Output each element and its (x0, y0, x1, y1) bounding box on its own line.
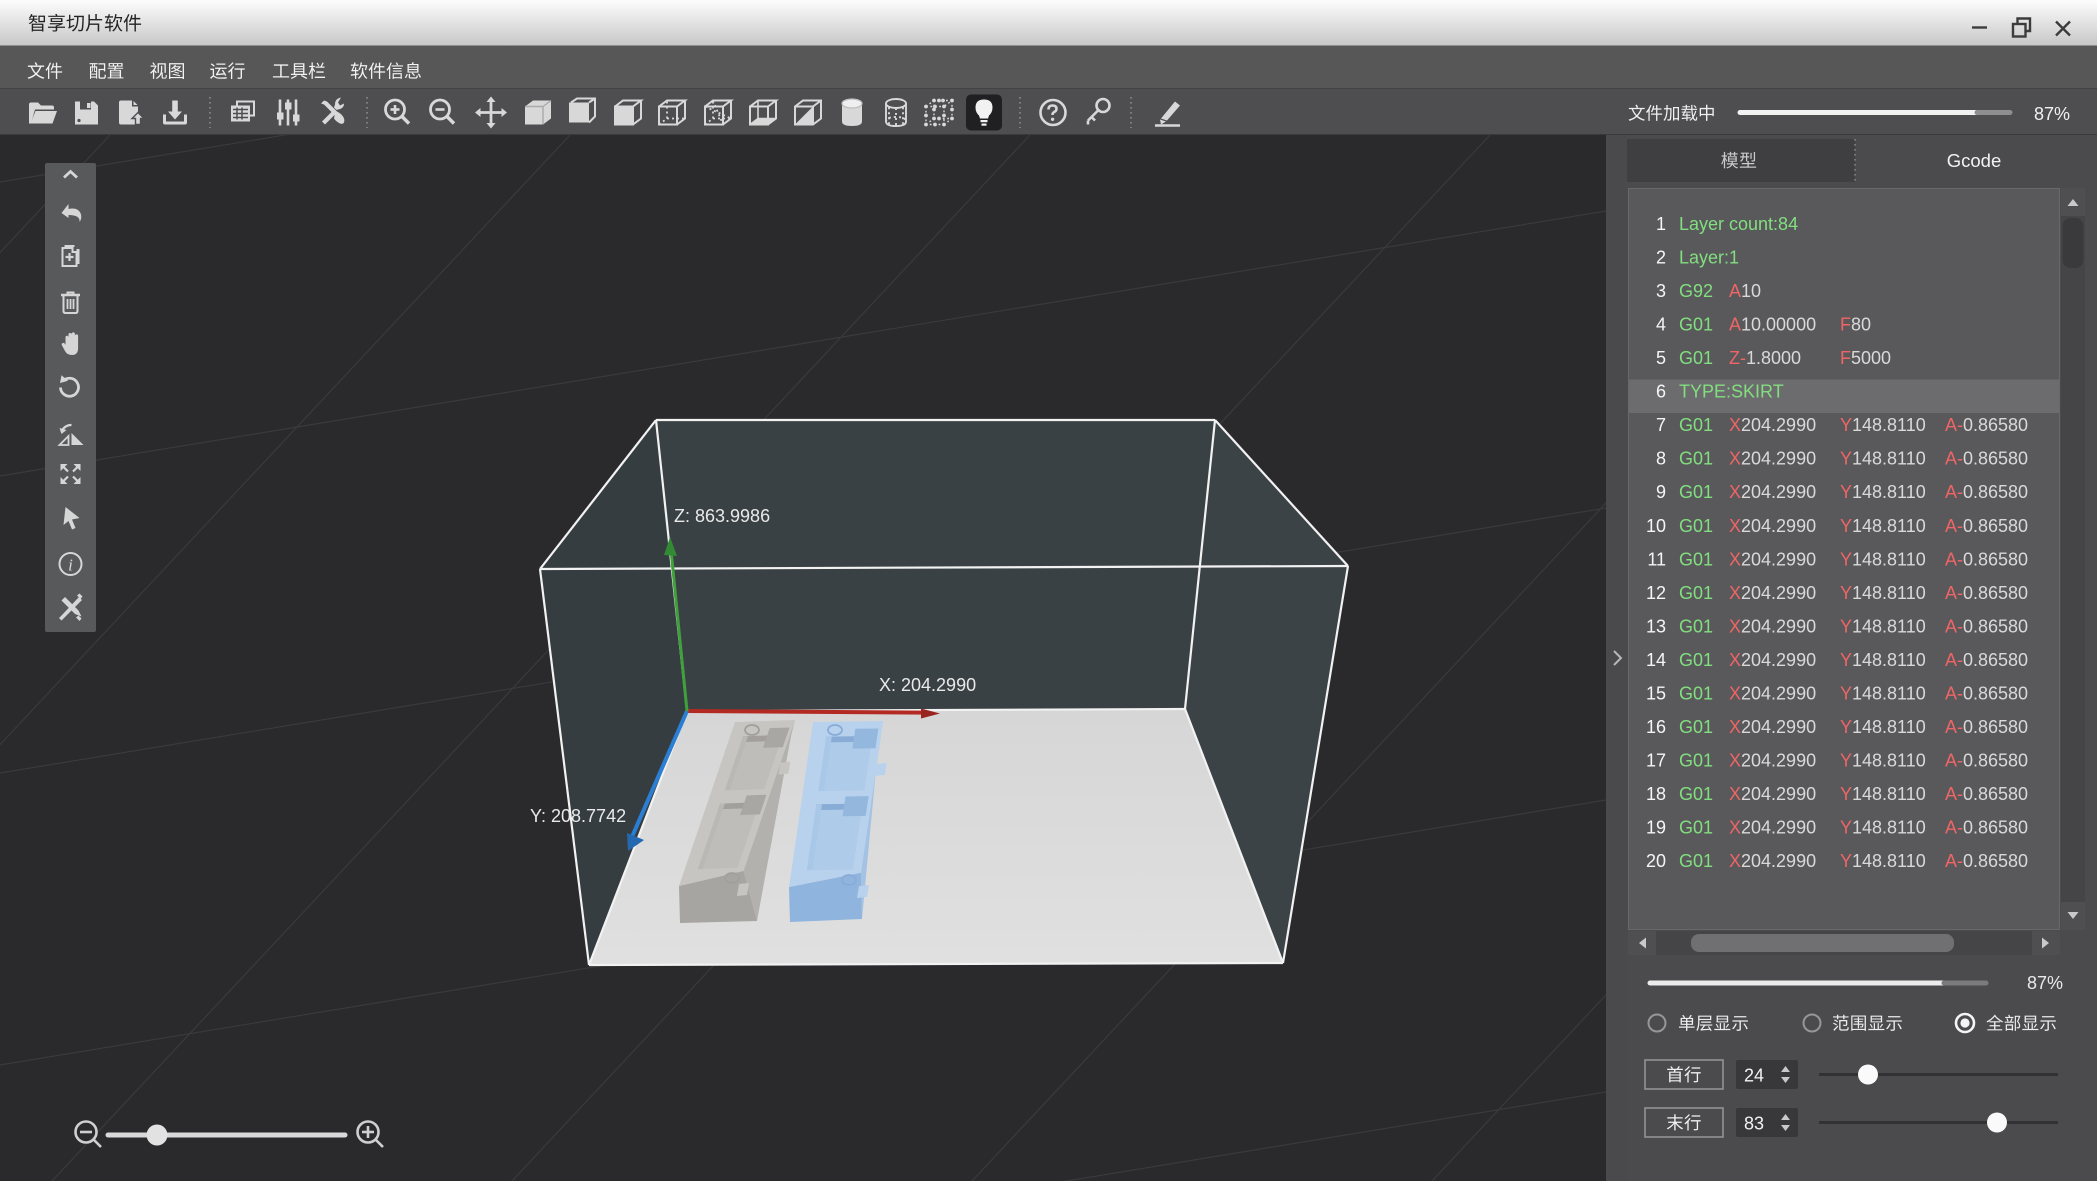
svg-text:A-0.86580: A-0.86580 (1945, 717, 2028, 737)
svg-text:87%: 87% (2027, 973, 2063, 993)
svg-text:G01: G01 (1679, 583, 1713, 603)
svg-text:5: 5 (1656, 348, 1666, 368)
svg-text:8: 8 (1656, 449, 1666, 469)
svg-text:Z: 863.9986: Z: 863.9986 (674, 506, 770, 526)
svg-text:X204.2990: X204.2990 (1729, 449, 1816, 469)
svg-text:X: 204.2990: X: 204.2990 (879, 675, 976, 695)
svg-text:A-0.86580: A-0.86580 (1945, 415, 2028, 435)
svg-text:X204.2990: X204.2990 (1729, 549, 1816, 569)
svg-text:83: 83 (1744, 1114, 1764, 1134)
svg-text:12: 12 (1646, 583, 1666, 603)
svg-text:A-0.86580: A-0.86580 (1945, 482, 2028, 502)
svg-text:i: i (68, 556, 73, 575)
svg-text:A10: A10 (1729, 281, 1761, 301)
svg-text:G01: G01 (1679, 851, 1713, 871)
svg-text:Y148.8110: Y148.8110 (1840, 650, 1926, 670)
svg-text:Y148.8110: Y148.8110 (1840, 449, 1926, 469)
svg-text:Y148.8110: Y148.8110 (1840, 751, 1926, 771)
svg-text:16: 16 (1646, 717, 1666, 737)
svg-text:19: 19 (1646, 818, 1666, 838)
svg-text:9: 9 (1656, 482, 1666, 502)
svg-text:G01: G01 (1679, 516, 1713, 536)
svg-text:Layer:1: Layer:1 (1679, 247, 1739, 267)
svg-text:G01: G01 (1679, 449, 1713, 469)
svg-text:6: 6 (1656, 382, 1666, 402)
svg-text:7: 7 (1656, 415, 1666, 435)
svg-text:X204.2990: X204.2990 (1729, 818, 1816, 838)
svg-text:Y148.8110: Y148.8110 (1840, 684, 1926, 704)
svg-text:X204.2990: X204.2990 (1729, 415, 1816, 435)
svg-text:Y148.8110: Y148.8110 (1840, 717, 1926, 737)
svg-text:X204.2990: X204.2990 (1729, 684, 1816, 704)
svg-text:10: 10 (1646, 516, 1666, 536)
svg-text:X204.2990: X204.2990 (1729, 583, 1816, 603)
svg-text:Y148.8110: Y148.8110 (1840, 784, 1926, 804)
svg-text:TYPE:SKIRT: TYPE:SKIRT (1679, 382, 1784, 402)
svg-text:1: 1 (1656, 214, 1666, 234)
svg-text:A-0.86580: A-0.86580 (1945, 818, 2028, 838)
svg-text:Y: 208.7742: Y: 208.7742 (530, 806, 626, 826)
svg-text:X204.2990: X204.2990 (1729, 851, 1816, 871)
svg-text:G92: G92 (1679, 281, 1713, 301)
svg-text:F5000: F5000 (1840, 348, 1891, 368)
svg-text:Z-1.8000: Z-1.8000 (1729, 348, 1801, 368)
svg-text:A-0.86580: A-0.86580 (1945, 650, 2028, 670)
svg-text:G01: G01 (1679, 751, 1713, 771)
svg-text:11: 11 (1647, 549, 1666, 569)
svg-text:A-0.86580: A-0.86580 (1945, 784, 2028, 804)
svg-text:Y148.8110: Y148.8110 (1840, 516, 1926, 536)
svg-text:Y148.8110: Y148.8110 (1840, 583, 1926, 603)
svg-text:3: 3 (1656, 281, 1666, 301)
svg-text:Layer count:84: Layer count:84 (1679, 214, 1798, 234)
svg-text:X204.2990: X204.2990 (1729, 516, 1816, 536)
svg-text:G01: G01 (1679, 314, 1713, 334)
svg-text:X204.2990: X204.2990 (1729, 784, 1816, 804)
svg-text:24: 24 (1744, 1066, 1764, 1086)
svg-text:X204.2990: X204.2990 (1729, 482, 1816, 502)
svg-text:87%: 87% (2034, 104, 2070, 124)
svg-text:2: 2 (1656, 247, 1666, 267)
svg-text:A10.00000: A10.00000 (1729, 314, 1816, 334)
svg-text:Y148.8110: Y148.8110 (1840, 549, 1926, 569)
svg-text:Y148.8110: Y148.8110 (1840, 415, 1926, 435)
svg-text:A-0.86580: A-0.86580 (1945, 516, 2028, 536)
svg-text:18: 18 (1646, 784, 1666, 804)
svg-text:20: 20 (1646, 851, 1666, 871)
svg-text:13: 13 (1646, 616, 1666, 636)
svg-text:4: 4 (1656, 314, 1666, 334)
svg-text:A-0.86580: A-0.86580 (1945, 684, 2028, 704)
svg-text:Y148.8110: Y148.8110 (1840, 851, 1926, 871)
svg-text:G01: G01 (1679, 415, 1713, 435)
svg-text:Gcode: Gcode (1947, 150, 2002, 171)
svg-text:A-0.86580: A-0.86580 (1945, 449, 2028, 469)
svg-text:G01: G01 (1679, 650, 1713, 670)
svg-text:17: 17 (1646, 751, 1666, 771)
svg-text:Y148.8110: Y148.8110 (1840, 818, 1926, 838)
svg-text:A-0.86580: A-0.86580 (1945, 616, 2028, 636)
svg-text:15: 15 (1646, 684, 1666, 704)
svg-text:Y148.8110: Y148.8110 (1840, 482, 1926, 502)
svg-text:G01: G01 (1679, 348, 1713, 368)
svg-text:G01: G01 (1679, 482, 1713, 502)
svg-text:X204.2990: X204.2990 (1729, 717, 1816, 737)
svg-text:X204.2990: X204.2990 (1729, 650, 1816, 670)
svg-text:G01: G01 (1679, 818, 1713, 838)
svg-text:G01: G01 (1679, 549, 1713, 569)
svg-text:G01: G01 (1679, 784, 1713, 804)
svg-text:A-0.86580: A-0.86580 (1945, 851, 2028, 871)
svg-text:F80: F80 (1840, 314, 1871, 334)
svg-text:G01: G01 (1679, 717, 1713, 737)
svg-text:A-0.86580: A-0.86580 (1945, 549, 2028, 569)
svg-text:14: 14 (1646, 650, 1666, 670)
svg-text:A-0.86580: A-0.86580 (1945, 583, 2028, 603)
svg-text:A-0.86580: A-0.86580 (1945, 751, 2028, 771)
svg-text:Y148.8110: Y148.8110 (1840, 616, 1926, 636)
svg-text:G01: G01 (1679, 684, 1713, 704)
svg-text:X204.2990: X204.2990 (1729, 616, 1816, 636)
svg-text:X204.2990: X204.2990 (1729, 751, 1816, 771)
svg-text:G01: G01 (1679, 616, 1713, 636)
